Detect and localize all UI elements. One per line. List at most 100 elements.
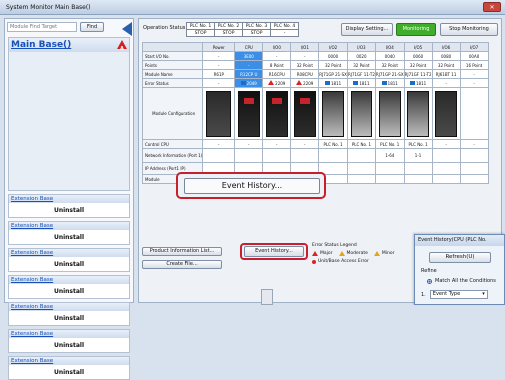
grid-cell[interactable]: - [290, 51, 320, 61]
grid-cell[interactable]: PLC No. 1 [318, 139, 348, 149]
close-button[interactable]: ✕ [483, 2, 501, 12]
extension-base-card[interactable]: Extension Base Uninstall [8, 356, 130, 380]
grid-cell[interactable] [459, 148, 489, 163]
event-history-callout-button[interactable]: Event History... [184, 178, 320, 194]
grid-cell[interactable]: 32 Point [290, 60, 320, 70]
grid-cell[interactable]: - [202, 139, 236, 149]
event-type-select[interactable]: Event Type [429, 290, 488, 299]
grid-cell[interactable]: 00A0 [459, 51, 489, 61]
grid-cell[interactable]: 1-64 [374, 148, 405, 163]
grid-cell[interactable]: 32 Point [403, 60, 433, 70]
main-base-card[interactable]: Main Base() A [8, 37, 130, 191]
grid-cell[interactable]: 32 Point [318, 60, 348, 70]
grid-cell[interactable]: PLC No. 1 [346, 139, 376, 149]
grid-cell[interactable]: 2209 [262, 78, 292, 88]
grid-cell[interactable]: R61P [202, 69, 236, 79]
monitoring-button[interactable]: Monitoring [396, 23, 436, 36]
extension-base-card[interactable]: Extension Base Uninstall [8, 275, 130, 299]
grid-cell[interactable]: RJ61BT 11 [431, 69, 461, 79]
grid-cell[interactable]: 1811 [374, 78, 405, 88]
module-slot[interactable] [374, 87, 405, 140]
grid-cell[interactable]: - [262, 51, 292, 61]
extension-base-title[interactable]: Extension Base [9, 195, 129, 203]
grid-cell[interactable]: 1811 [403, 78, 433, 88]
grid-cell[interactable]: - [202, 60, 236, 70]
grid-cell[interactable]: R12CP U [234, 69, 264, 79]
module-slot[interactable] [459, 87, 489, 140]
grid-cell[interactable]: - [431, 78, 461, 88]
grid-cell[interactable]: - [459, 139, 489, 149]
grid-cell[interactable]: RJ71GP 21-SX [318, 69, 348, 79]
grid-cell[interactable] [459, 174, 489, 184]
grid-cell[interactable]: - [234, 60, 264, 70]
grid-cell[interactable] [346, 174, 376, 184]
grid-cell[interactable]: 1-1 [403, 148, 433, 163]
module-slot[interactable] [346, 87, 376, 140]
grid-cell[interactable]: 16 Point [459, 60, 489, 70]
grid-cell[interactable]: 0040 [374, 51, 405, 61]
grid-cell[interactable]: - [431, 139, 461, 149]
grid-cell[interactable]: R16CPU [262, 69, 292, 79]
display-setting-button[interactable]: Display Setting... [341, 23, 393, 36]
grid-cell[interactable]: 2209 [290, 78, 320, 88]
extension-base-title[interactable]: Extension Base [9, 222, 129, 230]
grid-cell[interactable] [290, 148, 320, 163]
grid-cell[interactable]: RJ71GP 21-SX [374, 69, 405, 79]
grid-cell[interactable]: - [202, 51, 236, 61]
refresh-button[interactable]: Refresh(U) [429, 252, 491, 263]
grid-cell[interactable] [459, 162, 489, 175]
main-base-title[interactable]: Main Base() A [9, 38, 129, 52]
grid-cell[interactable]: 8 Point [262, 60, 292, 70]
module-slot[interactable] [403, 87, 433, 140]
grid-cell[interactable] [262, 148, 292, 163]
grid-cell[interactable]: - [234, 139, 264, 149]
grid-cell[interactable]: - [202, 78, 236, 88]
grid-cell[interactable]: 1811 [346, 78, 376, 88]
grid-cell[interactable] [374, 174, 405, 184]
match-all-radio[interactable]: Match All the Conditions [427, 278, 496, 284]
grid-cell[interactable] [403, 162, 433, 175]
extension-base-card[interactable]: Extension Base Uninstall [8, 329, 130, 353]
grid-cell[interactable]: - [459, 78, 489, 88]
extension-base-title[interactable]: Extension Base [9, 303, 129, 311]
grid-cell[interactable]: PLC No. 1 [374, 139, 405, 149]
module-find-input[interactable] [7, 21, 77, 32]
grid-cell[interactable] [403, 174, 433, 184]
grid-cell[interactable]: PLC No. 1 [403, 139, 433, 149]
grid-cell[interactable]: 32 Point [374, 60, 405, 70]
module-slot[interactable] [234, 87, 264, 140]
extension-base-title[interactable]: Extension Base [9, 276, 129, 284]
grid-cell[interactable]: 2049 [234, 78, 264, 88]
extension-base-card[interactable]: Extension Base Uninstall [8, 302, 130, 326]
grid-cell[interactable]: R08CPU [290, 69, 320, 79]
grid-cell[interactable] [431, 174, 461, 184]
module-slot[interactable] [431, 87, 461, 140]
module-slot[interactable] [318, 87, 348, 140]
grid-cell[interactable] [202, 148, 236, 163]
extension-base-title[interactable]: Extension Base [9, 357, 129, 365]
grid-cell[interactable]: - [262, 139, 292, 149]
grid-cell[interactable] [374, 162, 405, 175]
scroll-down-handle[interactable] [261, 289, 273, 305]
grid-cell[interactable] [346, 148, 376, 163]
grid-cell[interactable] [346, 162, 376, 175]
collapse-arrow-icon[interactable] [122, 22, 132, 36]
grid-cell[interactable] [431, 148, 461, 163]
grid-cell[interactable]: 1811 [318, 78, 348, 88]
module-slot[interactable] [262, 87, 292, 140]
grid-cell[interactable]: 0020 [346, 51, 376, 61]
module-slot[interactable] [290, 87, 320, 140]
create-file-button[interactable]: Create File... [142, 260, 222, 269]
extension-base-card[interactable]: Extension Base Uninstall [8, 248, 130, 272]
extension-base-card[interactable]: Extension Base Uninstall [8, 221, 130, 245]
grid-cell[interactable]: RJ71GF 11-T2 [403, 69, 433, 79]
grid-cell[interactable]: RJ71GF 11-T2 [346, 69, 376, 79]
grid-cell[interactable]: - [290, 139, 320, 149]
find-button[interactable]: Find [80, 21, 104, 32]
extension-base-title[interactable]: Extension Base [9, 330, 129, 338]
grid-cell[interactable]: 32 Point [431, 60, 461, 70]
grid-cell[interactable] [318, 148, 348, 163]
grid-cell[interactable]: 0000 [318, 51, 348, 61]
stop-monitoring-button[interactable]: Stop Monitoring [440, 23, 498, 36]
product-info-button[interactable]: Product Information List... [142, 247, 222, 256]
